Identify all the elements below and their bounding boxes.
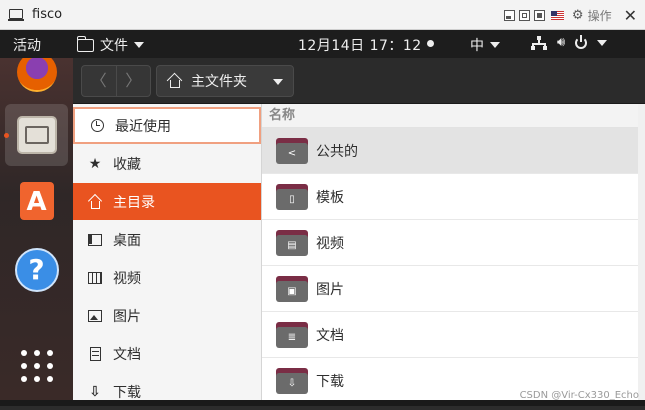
home-icon (88, 195, 102, 209)
file-row[interactable]: ▤ 视频 (262, 220, 638, 266)
location-label: 主文件夹 (191, 74, 247, 90)
video-icon (88, 271, 102, 284)
video-folder-icon: ▤ (276, 229, 308, 256)
monitor-icon (8, 8, 24, 21)
dock-item-show-apps[interactable] (0, 350, 73, 382)
vm-title-bar: fisco ⚙ 操作 ✕ (0, 0, 645, 30)
app-menu[interactable]: 文件 (76, 35, 144, 55)
sidebar-item-label: 最近使用 (115, 118, 171, 135)
file-name: 公共的 (316, 143, 358, 160)
vm-close-button[interactable]: ✕ (624, 6, 637, 25)
file-row[interactable]: ≣ 文档 (262, 312, 638, 358)
gear-icon[interactable]: ⚙ (572, 8, 584, 23)
sidebar-item-label: 主目录 (113, 194, 155, 211)
sidebar-item-label: 下载 (113, 384, 141, 401)
file-row[interactable]: ▣ 图片 (262, 266, 638, 312)
firefox-icon (16, 58, 57, 92)
window-bottom-edge (0, 400, 645, 406)
download-icon: ⇩ (89, 383, 101, 400)
vm-operate-menu[interactable]: 操作 (588, 7, 612, 24)
document-folder-icon: ≣ (276, 321, 308, 348)
network-icon (531, 35, 547, 50)
activities-button[interactable]: 活动 (13, 35, 41, 55)
document-icon (89, 346, 101, 361)
files-header-bar: 〈 〉 主文件夹 (73, 58, 645, 104)
files-icon (16, 116, 57, 154)
download-folder-icon: ⇩ (276, 367, 308, 394)
location-path-button[interactable]: 主文件夹 (156, 65, 294, 97)
sidebar-item-home[interactable]: 主目录 (73, 183, 261, 220)
sidebar-item-pictures[interactable]: 图片 (73, 297, 261, 334)
sidebar-item-label: 文档 (113, 346, 141, 363)
sidebar-item-label: 视频 (113, 270, 141, 287)
volume-icon: 🔊︎ (557, 35, 566, 50)
template-folder-icon: ▯ (276, 183, 308, 210)
sidebar-item-recent[interactable]: 最近使用 (73, 107, 261, 144)
scrollbar[interactable] (638, 104, 645, 400)
vm-fullscreen-icon[interactable] (533, 9, 545, 21)
app-menu-label: 文件 (100, 38, 128, 54)
sidebar-item-videos[interactable]: 视频 (73, 259, 261, 296)
sidebar-item-label: 收藏 (113, 156, 141, 173)
dock-item-files[interactable] (0, 116, 73, 154)
sidebar-item-documents[interactable]: 文档 (73, 335, 261, 372)
file-name: 视频 (316, 235, 344, 252)
clock[interactable]: 12月14日 17：12 (298, 35, 422, 55)
input-method-menu[interactable]: 中 (470, 35, 500, 55)
chevron-down-icon (597, 39, 608, 46)
folder-icon (76, 35, 94, 52)
us-flag-icon[interactable] (550, 10, 564, 20)
history-nav: 〈 〉 (81, 65, 151, 97)
chevron-down-icon (273, 79, 283, 85)
chevron-down-icon (134, 42, 144, 48)
sidebar-item-desktop[interactable]: 桌面 (73, 221, 261, 258)
file-list-view: 名称 < 公共的 ▯ 模板 ▤ 视频 ▣ 图片 ≣ 文档 ⇩ 下载 (262, 104, 638, 404)
vm-restore-icon[interactable] (518, 9, 530, 21)
help-icon: ? (14, 248, 59, 292)
back-button[interactable]: 〈 (82, 66, 117, 96)
places-sidebar: 最近使用 ★ 收藏 主目录 桌面 视频 图片 文档 ⇩ 下载 (73, 104, 262, 401)
ubuntu-software-icon: A (19, 182, 54, 220)
share-folder-icon: < (276, 137, 308, 164)
file-row[interactable]: < 公共的 (262, 128, 638, 174)
desktop-icon (88, 233, 102, 246)
dock: A ? (0, 58, 73, 400)
dock-item-firefox[interactable] (0, 58, 73, 92)
file-row[interactable]: ▯ 模板 (262, 174, 638, 220)
sidebar-item-label: 桌面 (113, 232, 141, 249)
forward-button[interactable]: 〉 (117, 66, 151, 96)
system-tray[interactable]: 🔊︎ (531, 34, 608, 50)
dock-item-software[interactable]: A (0, 182, 73, 220)
recent-icon (90, 119, 104, 132)
sidebar-item-starred[interactable]: ★ 收藏 (73, 145, 261, 182)
show-apps-icon (20, 350, 53, 382)
file-name: 文档 (316, 327, 344, 344)
star-icon: ★ (88, 155, 102, 172)
picture-folder-icon: ▣ (276, 275, 308, 302)
sidebar-item-label: 图片 (113, 308, 141, 325)
chevron-down-icon (490, 42, 500, 48)
file-name: 模板 (316, 189, 344, 206)
vm-controls: ⚙ 操作 ✕ (503, 0, 637, 30)
home-icon (167, 74, 181, 88)
vm-minimize-icon[interactable] (503, 9, 515, 21)
vm-window-title: fisco (32, 7, 63, 22)
notification-dot-icon (427, 40, 434, 47)
file-name: 图片 (316, 281, 344, 298)
file-name: 下载 (316, 373, 344, 390)
column-header-name[interactable]: 名称 (262, 104, 638, 128)
power-icon (575, 34, 588, 49)
gnome-top-bar: 活动 文件 12月14日 17：12 中 🔊︎ (0, 30, 645, 58)
dock-item-help[interactable]: ? (0, 248, 73, 292)
input-method-label: 中 (470, 38, 484, 54)
picture-icon (88, 309, 102, 322)
